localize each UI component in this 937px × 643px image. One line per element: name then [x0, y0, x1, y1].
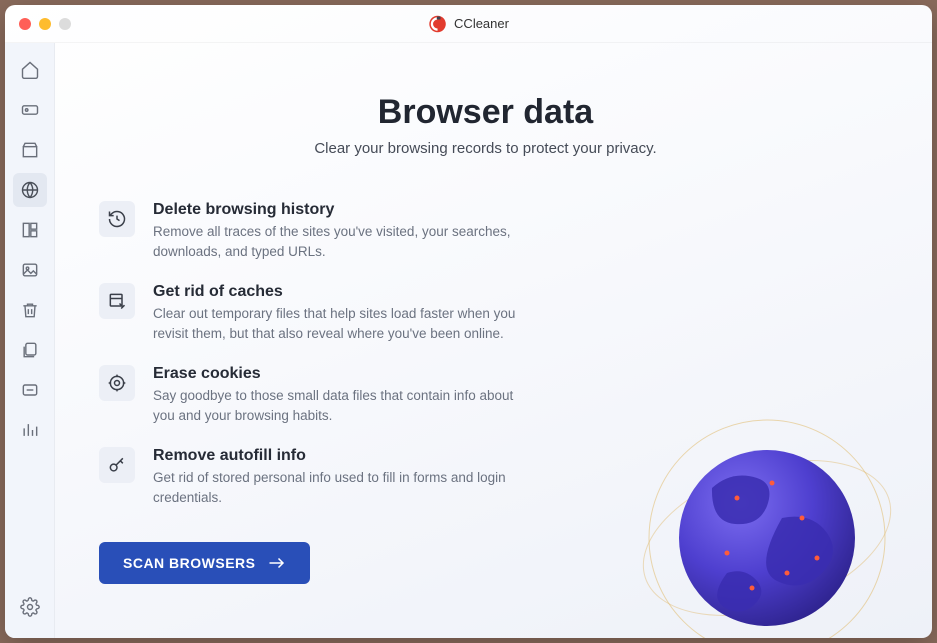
sidebar-item-apps[interactable] — [13, 213, 47, 247]
feature-desc: Remove all traces of the sites you've vi… — [153, 222, 523, 261]
page-title: Browser data — [99, 93, 872, 132]
titlebar: CCleaner — [5, 5, 932, 43]
feature-title: Delete browsing history — [153, 201, 523, 219]
title-center: CCleaner — [428, 15, 509, 33]
page-subtitle: Clear your browsing records to protect y… — [99, 140, 872, 157]
drive-icon — [20, 100, 40, 120]
feature-desc: Clear out temporary files that help site… — [153, 304, 523, 343]
history-icon — [99, 201, 135, 237]
cta-label: SCAN BROWSERS — [123, 555, 256, 571]
image-icon — [20, 260, 40, 280]
apps-icon — [20, 220, 40, 240]
feature-history: Delete browsing history Remove all trace… — [99, 201, 559, 261]
close-window-button[interactable] — [19, 18, 31, 30]
sidebar-item-trash[interactable] — [13, 293, 47, 327]
sidebar-item-analyzer[interactable] — [13, 413, 47, 447]
feature-cookies: Erase cookies Say goodbye to those small… — [99, 365, 559, 425]
scan-browsers-button[interactable]: SCAN BROWSERS — [99, 542, 310, 584]
window-controls — [5, 18, 71, 30]
gear-icon — [20, 597, 40, 617]
box-icon — [20, 140, 40, 160]
duplicates-icon — [20, 340, 40, 360]
key-icon — [99, 447, 135, 483]
sidebar-item-drive[interactable] — [13, 93, 47, 127]
sidebar-item-duplicates[interactable] — [13, 333, 47, 367]
app-window: CCleaner — [5, 5, 932, 638]
feature-caches: Get rid of caches Clear out temporary fi… — [99, 283, 559, 343]
feature-title: Get rid of caches — [153, 283, 523, 301]
globe-icon — [20, 180, 40, 200]
ccleaner-app-icon — [428, 15, 446, 33]
sidebar-item-large-files[interactable] — [13, 253, 47, 287]
target-icon — [99, 365, 135, 401]
sidebar-item-clutter[interactable] — [13, 133, 47, 167]
home-icon — [20, 60, 40, 80]
sidebar-item-settings[interactable] — [13, 590, 47, 624]
chart-icon — [20, 420, 40, 440]
sidebar-item-home[interactable] — [13, 53, 47, 87]
hero: Browser data Clear your browsing records… — [99, 93, 872, 157]
feature-autofill: Remove autofill info Get rid of stored p… — [99, 447, 559, 507]
features-list: Delete browsing history Remove all trace… — [99, 201, 559, 584]
feature-desc: Say goodbye to those small data files th… — [153, 386, 523, 425]
sidebar — [5, 43, 55, 638]
globe-illustration — [632, 388, 902, 638]
maximize-window-button[interactable] — [59, 18, 71, 30]
body: Browser data Clear your browsing records… — [5, 43, 932, 638]
minimize-window-button[interactable] — [39, 18, 51, 30]
trash-icon — [20, 300, 40, 320]
main-content: Browser data Clear your browsing records… — [55, 43, 932, 638]
feature-title: Erase cookies — [153, 365, 523, 383]
app-title: CCleaner — [454, 16, 509, 31]
cache-icon — [99, 283, 135, 319]
arrow-right-icon — [268, 556, 286, 570]
feature-desc: Get rid of stored personal info used to … — [153, 468, 523, 507]
sidebar-item-uninstall[interactable] — [13, 373, 47, 407]
feature-title: Remove autofill info — [153, 447, 523, 465]
uninstall-icon — [20, 380, 40, 400]
sidebar-item-browser[interactable] — [13, 173, 47, 207]
